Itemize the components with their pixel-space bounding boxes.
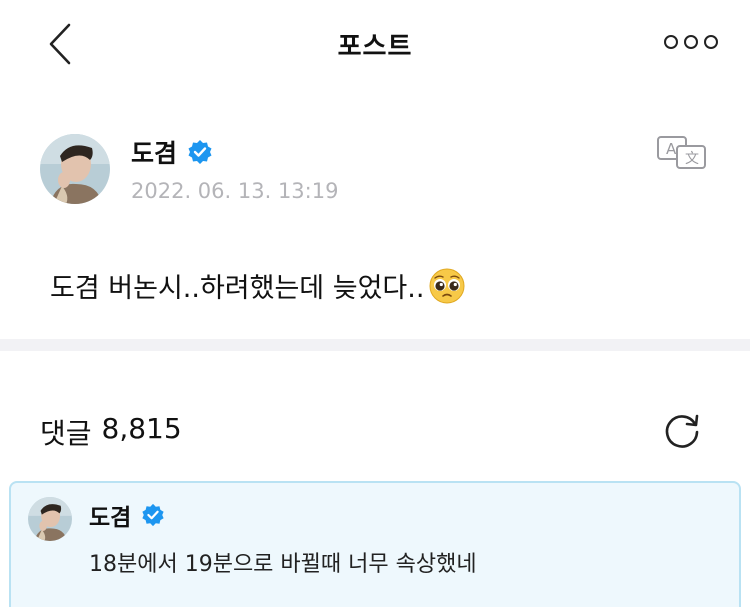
translate-icon: A 文 (657, 136, 706, 169)
more-dots-icon (664, 35, 678, 49)
more-dots-icon (684, 35, 698, 49)
more-dots-icon (704, 35, 718, 49)
svg-text:A: A (666, 140, 677, 158)
translate-button[interactable]: A 文 (655, 134, 707, 170)
comments-label: 댓글 (40, 417, 92, 450)
pleading-face-emoji (429, 268, 465, 303)
more-options-button[interactable] (664, 30, 718, 54)
post-body: 도겸 버논시..하려했는데 늦었다.. (50, 266, 466, 305)
svg-text:文: 文 (685, 151, 699, 167)
author-name[interactable]: 도겸 (131, 134, 177, 170)
post-text: 도겸 버논시..하려했는데 늦었다.. (50, 273, 425, 304)
comment-author-name[interactable]: 도겸 (89, 498, 131, 532)
author-row: 도겸 (131, 134, 213, 170)
author-avatar[interactable] (40, 134, 110, 204)
refresh-button[interactable] (662, 410, 702, 450)
page-title: 포스트 (337, 32, 413, 62)
comment-avatar[interactable] (28, 497, 72, 541)
comment-text: 18분에서 19분으로 바뀔때 너무 속상했네 (89, 552, 477, 577)
app-header: 포스트 (0, 0, 750, 88)
comments-count: 8,815 (101, 412, 182, 445)
verified-badge-icon (188, 140, 212, 164)
post-timestamp: 2022. 06. 13. 13:19 (131, 179, 339, 203)
comment-author-row: 도겸 (89, 498, 165, 532)
refresh-icon (665, 414, 699, 448)
section-divider (0, 339, 750, 351)
verified-badge-icon (142, 503, 164, 527)
comments-header: 댓글 8,815 (40, 412, 182, 452)
